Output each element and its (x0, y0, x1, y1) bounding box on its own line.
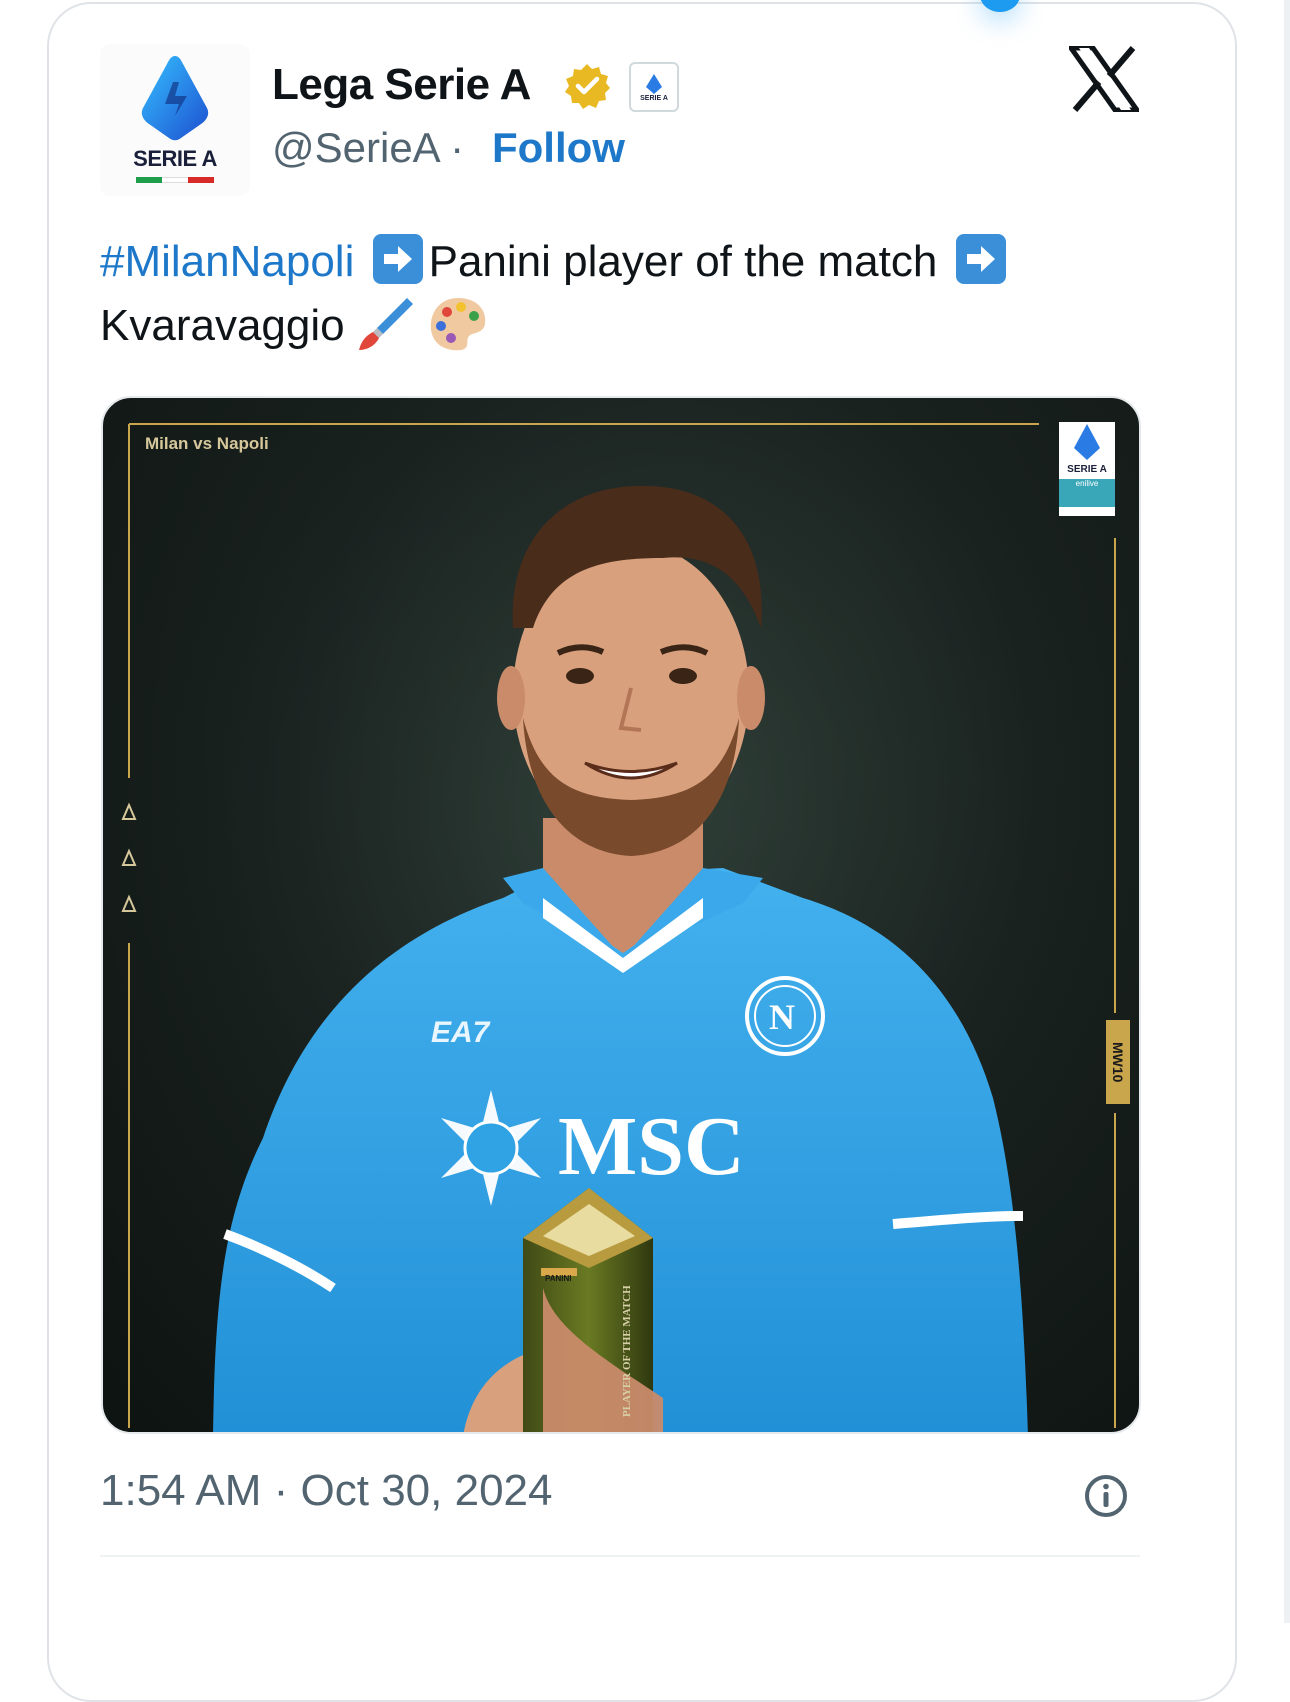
hashtag-link[interactable]: #MilanNapoli (100, 237, 354, 286)
serie-a-corner-icon (1074, 424, 1100, 460)
handle-text: @SerieA (272, 124, 439, 171)
footer-divider (100, 1555, 1140, 1557)
jersey-sponsor-text: MSC (558, 1100, 745, 1193)
matchweek-label: MW10 (1106, 1020, 1130, 1104)
right-arrow-emoji (372, 234, 423, 284)
right-arrow-emoji (955, 234, 1006, 284)
trophy-text: PLAYER OF THE MATCH (621, 1285, 633, 1417)
italian-flag-stripe (136, 177, 214, 183)
tweet-text-middle: Panini player of the match (428, 237, 938, 286)
tweet-text: #MilanNapoli Panini player of the match … (100, 230, 1190, 358)
author-handle[interactable]: @SerieA · (272, 124, 464, 172)
avatar[interactable]: SERIE A (100, 44, 250, 196)
affiliate-badge-label: SERIE A (640, 94, 668, 102)
tweet-text-end: Kvaravaggio (100, 301, 345, 350)
paintbrush-emoji (358, 298, 413, 350)
jersey-kit-text: EA7 (431, 1016, 490, 1049)
x-logo-icon[interactable] (1066, 45, 1142, 117)
jersey-crest-text: N (769, 997, 795, 1037)
trophy-brand-text: PANINI (545, 1274, 572, 1283)
affiliate-badge[interactable]: SERIE A (629, 62, 679, 112)
tweet-media-image[interactable]: Milan vs Napoli SERIE A enilive MW10 MSC… (101, 396, 1141, 1434)
follow-button[interactable]: Follow (492, 124, 625, 172)
serie-a-logo-icon (141, 56, 209, 141)
author-name[interactable]: Lega Serie A (272, 60, 531, 110)
page-edge (1284, 0, 1290, 1623)
verified-badge-icon (563, 62, 611, 115)
palette-emoji (430, 298, 486, 351)
corner-logo-label: SERIE A (1067, 464, 1107, 475)
tweet-timestamp[interactable]: 1:54 AM · Oct 30, 2024 (100, 1466, 552, 1516)
serie-a-mini-logo-icon (646, 73, 662, 94)
info-icon[interactable] (1083, 1473, 1129, 1524)
corner-serie-a-logo: SERIE A enilive (1059, 422, 1115, 516)
handle-separator: · (450, 124, 465, 171)
avatar-label: SERIE A (133, 146, 217, 171)
match-label: Milan vs Napoli (145, 434, 269, 453)
corner-logo-sponsor: enilive (1059, 479, 1115, 507)
